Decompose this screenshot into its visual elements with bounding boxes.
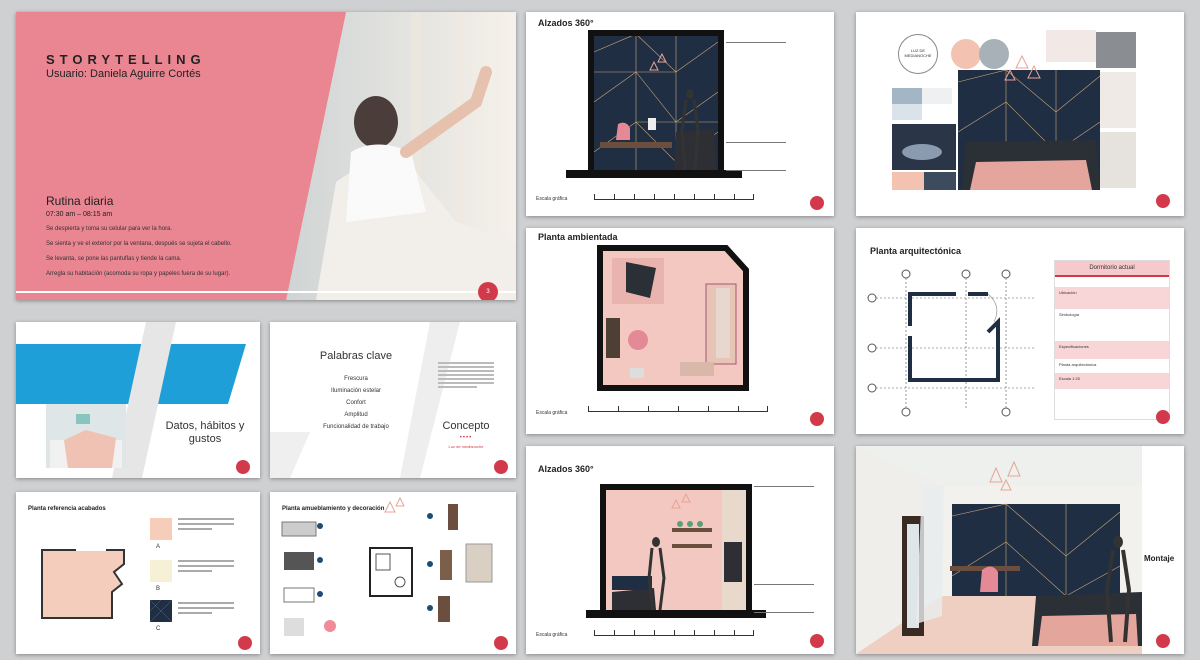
slide-graphic <box>16 322 246 478</box>
page-number <box>810 412 824 426</box>
user-name: Usuario: Daniela Aguirre Cortés <box>46 68 201 80</box>
page-number <box>810 196 824 210</box>
routine-line: Se sienta y ve el exterior por la ventan… <box>46 241 232 247</box>
finish-description <box>178 518 234 530</box>
finish-label-b: B <box>156 586 161 592</box>
finish-description <box>178 560 234 572</box>
routine-line: Se despierta y toma su celular para ver … <box>46 226 173 232</box>
page-number <box>1156 194 1170 208</box>
dimension-line <box>754 612 814 613</box>
finishes-plan <box>41 518 173 623</box>
slide-palabras-clave[interactable]: Palabras clave Frescura Iluminación este… <box>270 322 516 478</box>
slide-planta-acabados[interactable]: Planta referencia acabados A B C <box>16 492 260 654</box>
routine-line: Se levanta, se pone las pantuflas y tien… <box>46 256 182 262</box>
montaje-label: Montaje <box>1144 554 1175 563</box>
furniture-plan <box>281 496 493 636</box>
slide-datos[interactable]: Datos, hábitos y gustos <box>16 322 260 478</box>
page-number <box>1156 634 1170 648</box>
routine-title: Rutina diaria <box>46 194 114 208</box>
slide-title: Datos, hábitos y gustos <box>165 420 245 445</box>
concept-text-block <box>438 362 494 388</box>
keyword-item: Funcionalidad de trabajo <box>323 424 389 430</box>
slide-montaje[interactable]: Montaje <box>856 446 1184 654</box>
slide-moodboard[interactable]: LUZ DE MEDIANOCHE <box>856 12 1184 216</box>
slide-planta-ambientada[interactable]: Planta ambientada Escala gráfica <box>526 228 834 434</box>
panel-title: Dormitorio actual <box>1055 261 1169 277</box>
scale-bar <box>594 192 754 200</box>
panel-planta: Planta arquitectónica <box>1059 362 1097 367</box>
page-number <box>1156 410 1170 424</box>
dimension-line <box>754 486 814 487</box>
page-number <box>494 460 508 474</box>
slide-alzados-2[interactable]: Alzados 360° Escala gráfica <box>526 446 834 654</box>
scale-bar <box>594 628 754 636</box>
finish-label-a: A <box>156 544 161 550</box>
panel-escala: Escala 1:25 <box>1055 373 1169 389</box>
panel-simbologia: Simbología <box>1059 312 1080 317</box>
render-montaje <box>856 446 1142 654</box>
keyword-item: Amplitud <box>344 412 368 418</box>
page-number <box>810 634 824 648</box>
concept-title: Concepto <box>442 420 490 432</box>
elevation-drawing <box>566 30 742 178</box>
info-panel: Dormitorio actual Ubicación Simbología E… <box>1054 260 1170 420</box>
slide-storytelling[interactable]: STORYTELLING Usuario: Daniela Aguirre Co… <box>16 12 516 300</box>
page-number <box>238 636 252 650</box>
dimension-line <box>726 142 786 143</box>
page-number: 3 <box>478 282 498 300</box>
moodboard-collage <box>892 30 1136 190</box>
scale-label: Escala gráfica <box>536 196 568 202</box>
elevation-drawing <box>586 484 766 618</box>
dimension-line <box>726 170 786 171</box>
finish-description <box>178 602 234 614</box>
scale-label: Escala gráfica <box>536 410 568 416</box>
concept-subtitle: Luz de medianoche <box>448 444 484 449</box>
slide-planta-amueblamiento[interactable]: Planta amueblamiento y decoración <box>270 492 516 654</box>
scale-label: Escala gráfica <box>536 632 568 638</box>
page-number <box>494 636 508 650</box>
routine-time: 07:30 am – 08:15 am <box>46 211 113 218</box>
finish-label-c: C <box>156 626 161 632</box>
storytelling-title: STORYTELLING <box>46 52 206 67</box>
panel-especificaciones: Especificaciones <box>1055 341 1169 359</box>
scale-bar <box>588 404 768 412</box>
slide-alzados-1[interactable]: Alzados 360° Escala gráfica <box>526 12 834 216</box>
concept-dots: •••• <box>459 435 473 441</box>
dimension-line <box>754 584 814 585</box>
slide-planta-arquitectonica[interactable]: Planta arquitectónica Dormitorio actual … <box>856 228 1184 434</box>
panel-ubicacion: Ubicación <box>1055 287 1169 309</box>
page-number <box>236 460 250 474</box>
keyword-item: Frescura <box>344 376 368 382</box>
keyword-item: Confort <box>346 400 366 406</box>
dimension-line <box>726 42 786 43</box>
keyword-item: Iluminación estelar <box>330 388 382 394</box>
keywords-title: Palabras clave <box>319 350 393 362</box>
routine-line: Arregla su habitación (acomoda su ropa y… <box>46 271 231 277</box>
